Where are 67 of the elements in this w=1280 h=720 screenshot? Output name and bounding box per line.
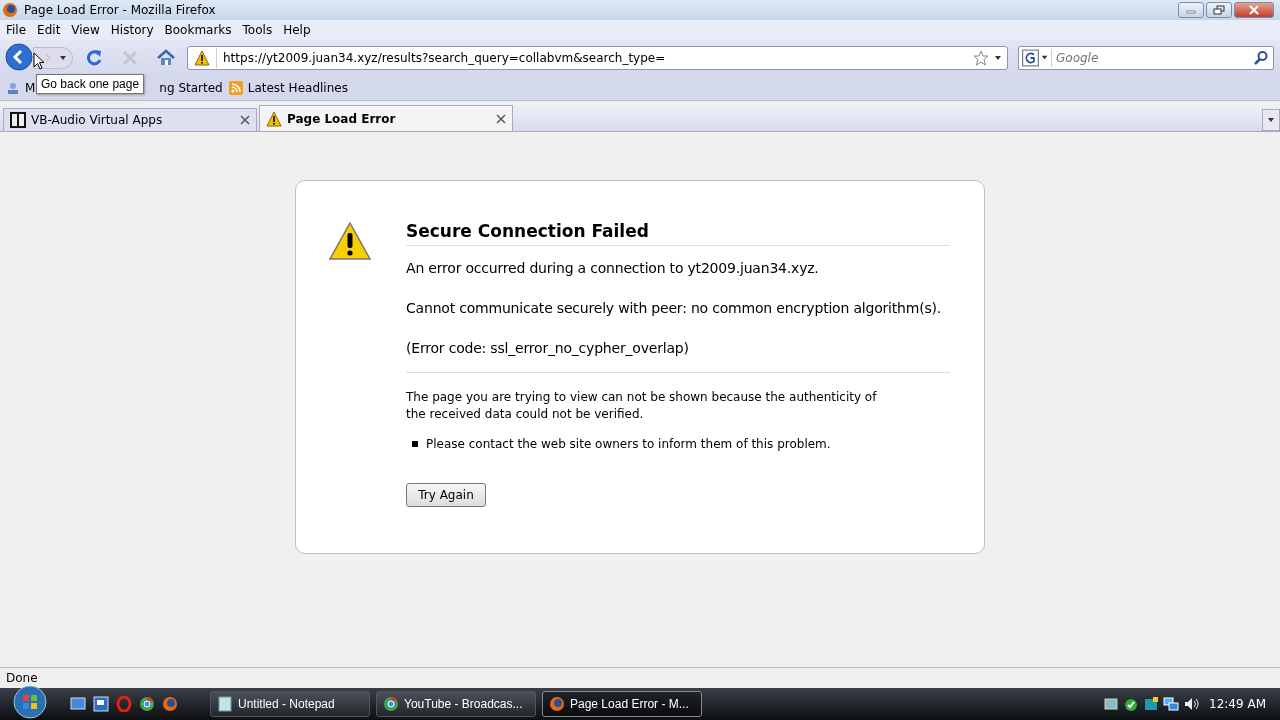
firefox-icon (2, 2, 18, 18)
dropdown-icon[interactable] (995, 56, 1001, 60)
browser-tab[interactable]: VB-Audio Virtual Apps (3, 108, 257, 131)
caret-icon (1268, 118, 1274, 122)
tray-icon[interactable] (1103, 696, 1120, 712)
warning-icon (328, 221, 372, 261)
menu-item[interactable]: Tools (242, 23, 273, 37)
error-message: Cannot communicate securely with peer: no common encryption algorithm(s). (406, 300, 943, 316)
close-icon (1248, 5, 1260, 15)
search-icon[interactable] (1253, 50, 1269, 66)
menu-item[interactable]: Edit (37, 23, 61, 37)
taskbar-button[interactable]: Untitled - Notepad (210, 691, 370, 717)
tab-list-button[interactable] (1262, 109, 1280, 131)
menu-item[interactable]: View (71, 23, 100, 37)
bullet-icon (412, 441, 418, 447)
taskbar-button[interactable]: Page Load Error - M... (542, 691, 702, 717)
volume-icon[interactable] (1183, 696, 1200, 712)
window-title: Page Load Error - Mozilla Firefox (24, 3, 216, 17)
site-icon (10, 112, 26, 128)
desktop-icon[interactable] (70, 696, 86, 712)
bullet-text: Please contact the web site owners to inform them of this problem. (426, 437, 831, 451)
window-switch-icon[interactable] (93, 696, 109, 712)
error-description: The page you are trying to view can not be shown because the authenticity of the received data could not be verified. (406, 389, 878, 423)
back-button[interactable] (5, 43, 35, 73)
tray-icon[interactable] (1143, 696, 1160, 712)
menu-item[interactable]: File (6, 23, 27, 37)
search-engine-icon[interactable] (1019, 49, 1052, 67)
firefox-icon (549, 696, 565, 712)
close-tab-icon[interactable] (240, 115, 250, 125)
mouse-cursor-icon (33, 52, 45, 70)
error-message: An error occurred during a connection to yt2009.juan34.xyz. (406, 260, 820, 276)
try-again-button[interactable]: Try Again (406, 483, 486, 507)
star-icon[interactable] (973, 50, 989, 66)
bookmark-item[interactable]: ng Started (159, 81, 223, 95)
minimize-button[interactable] (1178, 2, 1204, 18)
clock[interactable]: 12:49 AM (1209, 697, 1266, 711)
restore-button[interactable] (1206, 2, 1232, 18)
warning-icon (266, 110, 282, 127)
restore-icon (1213, 5, 1225, 15)
opera-icon[interactable] (116, 696, 132, 712)
close-tab-icon[interactable] (496, 113, 506, 124)
tooltip: Go back one page (36, 74, 145, 94)
chrome-icon (383, 696, 399, 712)
bookmark-item[interactable]: Latest Headlines (247, 81, 348, 95)
chrome-icon[interactable] (139, 696, 155, 712)
network-icon[interactable] (1163, 696, 1180, 712)
close-button[interactable] (1234, 2, 1274, 18)
feed-icon (228, 81, 243, 95)
bookmark-icon (6, 81, 20, 95)
start-button[interactable] (10, 686, 50, 718)
shield-check-icon[interactable] (1123, 696, 1140, 712)
address-bar[interactable]: https://yt2009.juan34.xyz/results?search_query=collabvm&search_type= (187, 46, 1008, 70)
browser-tab[interactable]: Page Load Error (259, 105, 513, 131)
menu-item[interactable]: Bookmarks (164, 23, 232, 37)
reload-icon (84, 48, 104, 68)
bookmark-item[interactable]: M (25, 81, 36, 95)
menu-item[interactable]: Help (283, 23, 311, 37)
notepad-icon (217, 696, 233, 712)
error-title: Secure Connection Failed (406, 221, 950, 246)
status-text: Done (6, 671, 38, 685)
taskbar-button[interactable]: YouTube - Broadcas... (376, 691, 536, 717)
firefox-icon[interactable] (162, 696, 178, 712)
stop-icon (120, 48, 140, 68)
menu-item[interactable]: History (110, 23, 154, 37)
error-message: (Error code: ssl_error_no_cypher_overlap) (406, 340, 690, 356)
home-icon (156, 48, 176, 68)
search-field[interactable]: Google (1018, 46, 1274, 70)
